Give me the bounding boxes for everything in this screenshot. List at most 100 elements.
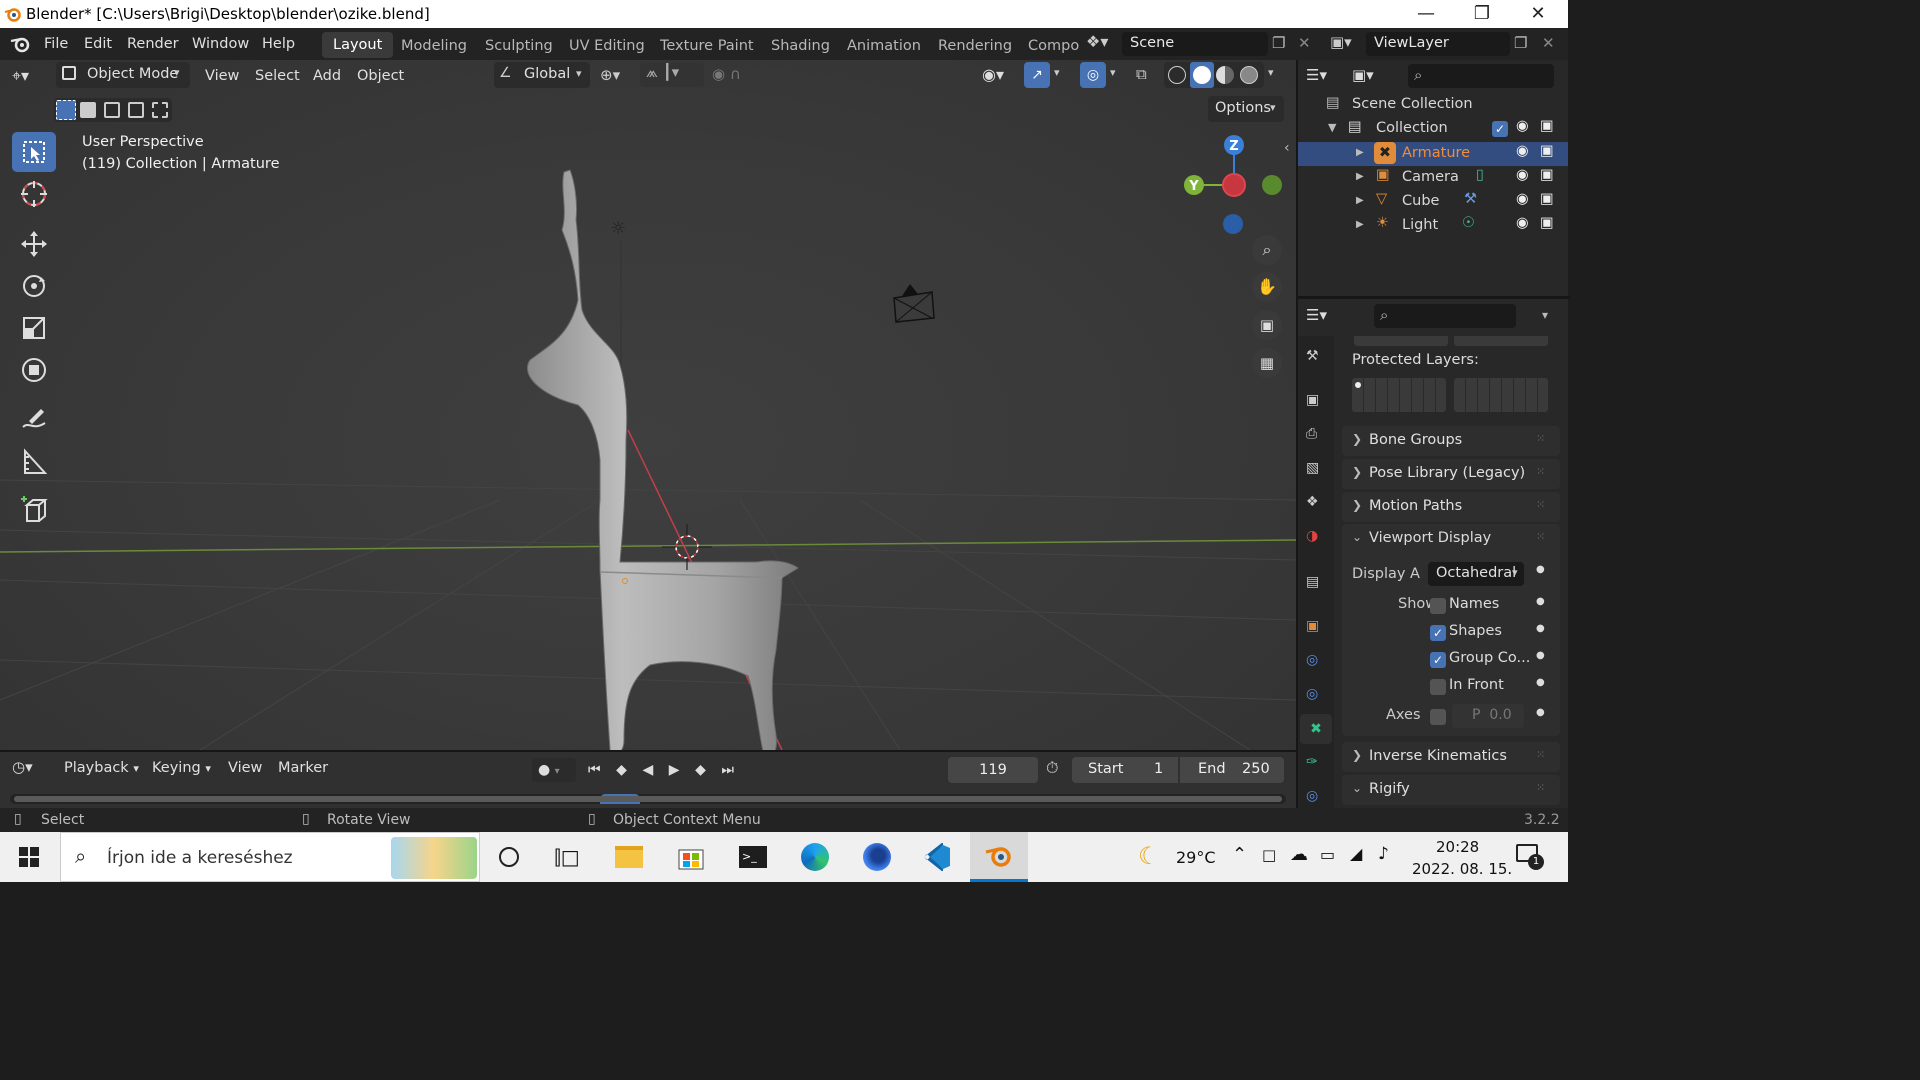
previous-keyframe-icon[interactable]: ◆ [616, 758, 627, 782]
expand-arrow-icon[interactable]: ▶ [1356, 171, 1364, 182]
onedrive-cloud-icon[interactable]: ☁ [1290, 844, 1308, 865]
workspace-tab-layout[interactable]: Layout [322, 32, 394, 58]
delete-viewlayer-icon[interactable]: ✕ [1542, 34, 1555, 52]
protected-layers-grid-left[interactable] [1352, 378, 1446, 412]
expand-arrow-icon[interactable]: ▶ [1356, 219, 1364, 230]
play-icon[interactable]: ▶ [669, 758, 680, 782]
render-camera-icon[interactable]: ▣ [1540, 143, 1554, 159]
volume-icon[interactable]: ♪ [1378, 844, 1389, 864]
section-pose-library[interactable]: ❯ Pose Library (Legacy) ⁙ [1342, 459, 1560, 489]
display-as-dropdown[interactable]: Octahedral ▾ [1428, 562, 1524, 586]
outliner-item-camera[interactable]: ▶ ▣ Camera ▯ ◉ ▣ [1298, 166, 1568, 190]
menu-render[interactable]: Render [127, 36, 179, 52]
end-frame-field[interactable]: End 250 [1180, 757, 1284, 783]
tool-tab-icon[interactable]: ⚒ [1306, 348, 1319, 364]
object-tab-icon[interactable]: ▣ [1306, 618, 1319, 634]
outliner-scene-collection[interactable]: ▤ Scene Collection [1324, 93, 1564, 117]
options-dropdown[interactable]: Options ▾ [1208, 96, 1284, 122]
keyframe-dot-icon[interactable]: ● [1536, 564, 1545, 575]
material-shading-icon[interactable] [1216, 66, 1234, 84]
group-colors-checkbox[interactable]: ✓ [1430, 652, 1446, 668]
play-reverse-icon[interactable]: ◀ [642, 758, 653, 782]
workspace-tab-compositing[interactable]: Compo [1028, 38, 1079, 54]
current-frame-field[interactable]: 119 [948, 757, 1038, 783]
view-layer-tab-icon[interactable]: ▧ [1306, 460, 1319, 476]
weather-moon-icon[interactable]: ☾ [1138, 842, 1160, 870]
world-tab-icon[interactable]: ◑ [1306, 528, 1318, 544]
editor-divider[interactable] [1298, 296, 1570, 299]
workspace-tab-texture-paint[interactable]: Texture Paint [660, 38, 754, 54]
viewport-display-header[interactable]: ⌄ Viewport Display ⁙ [1342, 524, 1560, 554]
file-explorer-icon[interactable] [600, 832, 658, 882]
render-camera-icon[interactable]: ▣ [1540, 215, 1554, 231]
hide-eye-icon[interactable]: ◉ [1516, 118, 1529, 134]
timeline-menu-marker[interactable]: Marker [278, 760, 328, 776]
drag-handle-icon[interactable]: ⁙ [1536, 498, 1545, 511]
weather-temperature[interactable]: 29°C [1176, 848, 1216, 867]
blender-taskbar-icon[interactable] [970, 832, 1028, 882]
axes-checkbox[interactable] [1430, 709, 1446, 725]
modifier-wrench-icon[interactable]: ⚒ [1464, 191, 1477, 207]
pan-hand-icon[interactable]: ✋ [1252, 272, 1282, 302]
keyframe-dot-icon[interactable]: ● [1536, 650, 1545, 661]
measure-tool[interactable] [12, 442, 56, 482]
new-scene-icon[interactable]: ❐ [1272, 34, 1285, 52]
axes-position-field[interactable]: P 0.0 [1452, 704, 1524, 728]
bone-tab-icon[interactable]: ✑ [1306, 754, 1318, 770]
select-intersect-icon[interactable] [152, 102, 168, 118]
render-camera-icon[interactable]: ▣ [1540, 167, 1554, 183]
expand-arrow-icon[interactable]: ▶ [1356, 147, 1364, 158]
add-cube-tool[interactable] [12, 490, 56, 530]
jump-end-icon[interactable]: ⏭ [721, 758, 734, 782]
navigation-gizmo[interactable]: Z Y [1176, 130, 1286, 240]
timeline-editor-type-icon[interactable]: ◷▾ [12, 758, 46, 782]
section-bone-groups[interactable]: ❯ Bone Groups ⁙ [1342, 426, 1560, 456]
viewport-menu-object[interactable]: Object [357, 68, 404, 84]
taskbar-search-box[interactable]: ⌕ Írjon ide a kereséshez [60, 832, 480, 882]
restore-icon[interactable]: ❐ [1454, 0, 1510, 28]
render-tab-icon[interactable]: ▣ [1306, 392, 1319, 408]
xray-toggle-icon[interactable]: ⧉ [1136, 65, 1147, 83]
outliner-item-armature[interactable]: ▶ ✖ Armature ◉ ▣ [1298, 142, 1568, 166]
blender-menu-icon[interactable] [10, 35, 32, 53]
preview-range-stopwatch-icon[interactable]: ⏱ [1046, 758, 1058, 778]
deer-mesh-object[interactable] [520, 160, 810, 750]
outliner-editor-type-icon[interactable]: ☰▾ [1306, 66, 1327, 84]
keyframe-dot-icon[interactable]: ● [1536, 596, 1545, 607]
collection-tab-icon[interactable]: ▤ [1306, 574, 1319, 590]
wireframe-shading-icon[interactable] [1168, 66, 1186, 84]
camera-data-icon[interactable]: ▯ [1476, 167, 1484, 183]
viewport-menu-add[interactable]: Add [313, 68, 341, 84]
keyframe-dot-icon[interactable]: ● [1536, 677, 1545, 688]
rotate-tool[interactable] [12, 266, 56, 306]
zoom-icon[interactable]: ⌕ [1252, 235, 1282, 265]
bone-layer-grid-top[interactable] [1354, 336, 1448, 346]
menu-help[interactable]: Help [262, 36, 295, 52]
menu-window[interactable]: Window [192, 36, 249, 52]
properties-search-field[interactable]: ⌕ [1374, 304, 1516, 328]
gizmo-toggle-icon[interactable]: ↗ [1024, 62, 1050, 88]
keyframe-dot-icon[interactable]: ● [1536, 623, 1545, 634]
timeline-scrubber-track[interactable] [10, 794, 1286, 804]
next-keyframe-icon[interactable]: ◆ [695, 758, 706, 782]
clock-date[interactable]: 2022. 08. 15. [1412, 860, 1512, 878]
transform-orientation-dropdown[interactable]: ∠ Global ▾ [494, 62, 590, 88]
outliner-item-light[interactable]: ▶ ☀ Light ☉ ◉ ▣ [1298, 214, 1568, 238]
firefox-browser-icon[interactable] [848, 832, 906, 882]
menu-file[interactable]: File [44, 36, 68, 52]
viewlayer-selector-icon[interactable]: ▣▾ [1330, 33, 1352, 51]
outliner-item-cube[interactable]: ▶ ▽ Cube ⚒ ◉ ▣ [1298, 190, 1568, 214]
section-rigify[interactable]: ⌄ Rigify ⁙ [1342, 775, 1560, 805]
outliner-search-field[interactable]: ⌕ [1408, 64, 1554, 88]
close-icon[interactable]: ✕ [1510, 0, 1566, 28]
sidebar-toggle-icon[interactable]: ‹ [1284, 140, 1290, 156]
protected-layers-grid-right[interactable] [1454, 378, 1548, 412]
workspace-tab-rendering[interactable]: Rendering [938, 38, 1012, 54]
ortho-grid-icon[interactable]: ▦ [1252, 348, 1282, 378]
drag-handle-icon[interactable]: ⁙ [1536, 748, 1545, 761]
workspace-tab-uv-editing[interactable]: UV Editing [569, 38, 645, 54]
meet-now-icon[interactable]: □ [1262, 846, 1276, 864]
constraints-tab-icon[interactable]: ◎ [1306, 686, 1318, 702]
jump-start-icon[interactable]: ⏮ [588, 758, 601, 782]
section-motion-paths[interactable]: ❯ Motion Paths ⁙ [1342, 492, 1560, 522]
